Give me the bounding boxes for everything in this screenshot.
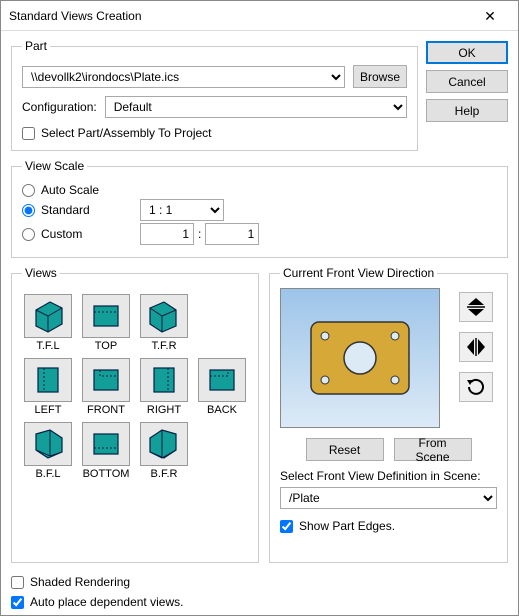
view-bfr-label: B.F.R <box>151 468 178 480</box>
reset-button[interactable]: Reset <box>306 438 384 461</box>
view-tfr-button[interactable] <box>140 294 188 338</box>
views-legend: Views <box>22 266 60 280</box>
ok-button[interactable]: OK <box>426 41 508 64</box>
front-definition-label: Select Front View Definition in Scene: <box>280 469 497 483</box>
custom-scale-radio[interactable]: Custom <box>22 227 132 241</box>
front-view-preview <box>280 288 440 428</box>
view-back-button[interactable] <box>198 358 246 402</box>
view-left-label: LEFT <box>35 404 62 416</box>
custom-right-input[interactable] <box>205 223 259 245</box>
part-legend: Part <box>22 39 50 53</box>
part-path-select[interactable]: \\devollk2\irondocs\Plate.ics <box>22 66 345 88</box>
view-scale-group: View Scale Auto Scale Standard 1 : 1 Cus… <box>11 159 508 258</box>
view-scale-legend: View Scale <box>22 159 87 173</box>
view-bfr-button[interactable] <box>140 422 188 466</box>
view-top-button[interactable] <box>82 294 130 338</box>
custom-left-input[interactable] <box>140 223 194 245</box>
cancel-button[interactable]: Cancel <box>426 70 508 93</box>
standard-scale-radio[interactable]: Standard <box>22 203 132 217</box>
view-front-label: FRONT <box>87 404 125 416</box>
view-bottom-label: BOTTOM <box>83 468 130 480</box>
view-front-button[interactable] <box>82 358 130 402</box>
auto-scale-radio[interactable]: Auto Scale <box>22 183 132 197</box>
configuration-select[interactable]: Default <box>105 96 407 118</box>
ratio-separator: : <box>198 227 201 241</box>
view-bottom-button[interactable] <box>82 422 130 466</box>
view-back-label: BACK <box>207 404 237 416</box>
view-top-label: TOP <box>95 340 117 352</box>
from-scene-button[interactable]: From Scene <box>394 438 472 461</box>
view-bfl-label: B.F.L <box>35 468 60 480</box>
auto-place-checkbox[interactable]: Auto place dependent views. <box>11 595 508 609</box>
view-bfl-button[interactable] <box>24 422 72 466</box>
shaded-rendering-checkbox[interactable]: Shaded Rendering <box>11 575 508 589</box>
front-view-group: Current Front View Direction <box>269 266 508 563</box>
view-right-button[interactable] <box>140 358 188 402</box>
rotate-button[interactable] <box>459 372 493 402</box>
front-definition-select[interactable]: /Plate <box>280 487 497 509</box>
view-tfl-label: T.F.L <box>36 340 59 352</box>
view-tfl-button[interactable] <box>24 294 72 338</box>
show-part-edges-checkbox[interactable]: Show Part Edges. <box>280 519 497 533</box>
view-left-button[interactable] <box>24 358 72 402</box>
flip-horizontal-button[interactable] <box>459 332 493 362</box>
view-right-label: RIGHT <box>147 404 181 416</box>
window-title: Standard Views Creation <box>9 9 470 23</box>
select-to-project-checkbox[interactable]: Select Part/Assembly To Project <box>22 126 407 140</box>
help-button[interactable]: Help <box>426 99 508 122</box>
view-tfr-label: T.F.R <box>151 340 176 352</box>
configuration-label: Configuration: <box>22 100 97 114</box>
part-group: Part \\devollk2\irondocs\Plate.ics Brows… <box>11 39 418 151</box>
flip-vertical-button[interactable] <box>459 292 493 322</box>
browse-button[interactable]: Browse <box>353 65 407 88</box>
close-icon[interactable]: ✕ <box>470 2 510 30</box>
standard-ratio-select[interactable]: 1 : 1 <box>140 199 224 221</box>
front-view-legend: Current Front View Direction <box>280 266 437 280</box>
views-group: Views T.F.L TOP <box>11 266 259 563</box>
